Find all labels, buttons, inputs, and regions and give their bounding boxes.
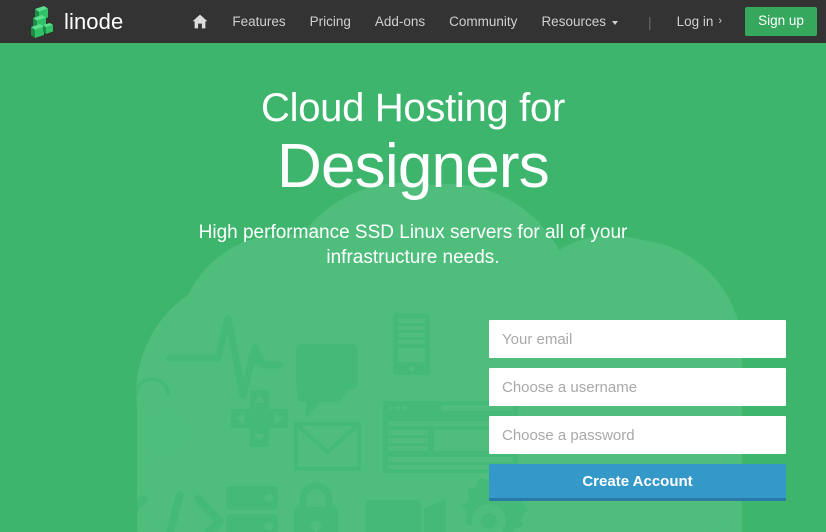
nav-divider: | — [647, 13, 652, 30]
nav-link-add-ons[interactable]: Add-ons — [363, 0, 437, 43]
hero-subheadline: High performance SSD Linux servers for a… — [198, 221, 628, 268]
nav-link-label: Resources — [541, 14, 606, 29]
nav-link-community[interactable]: Community — [437, 0, 529, 43]
username-field[interactable] — [489, 368, 786, 406]
nav-link-label: Features — [232, 14, 286, 29]
headline-line-2: Designers — [277, 132, 550, 202]
chevron-right-icon: › — [718, 15, 723, 27]
hero-content: Cloud Hosting for Designers High perform… — [0, 43, 826, 532]
chevron-down-icon — [611, 20, 618, 25]
signup-button[interactable]: Sign up — [745, 7, 817, 36]
nav-link-label: Add-ons — [374, 14, 426, 29]
page-title: Cloud Hosting for Designers — [0, 43, 826, 202]
nav-link-label: Community — [449, 14, 518, 29]
nav-home-link[interactable] — [180, 14, 220, 29]
home-icon — [192, 14, 208, 29]
login-link[interactable]: Log in › — [665, 0, 734, 43]
main-nav-links: Features Pricing Add-ons Community Resou… — [180, 0, 817, 43]
hero-section: Cloud Hosting for Designers High perform… — [0, 43, 826, 532]
nav-link-resources[interactable]: Resources — [529, 0, 630, 43]
password-field[interactable] — [489, 416, 786, 454]
login-label: Log in — [676, 14, 714, 29]
create-account-button[interactable]: Create Account — [489, 464, 786, 501]
nav-link-label: Pricing — [309, 14, 351, 29]
signup-form: Create Account — [489, 320, 786, 501]
top-navigation-bar: linode Features Pricing Add-ons Communit… — [0, 0, 826, 43]
stacked-cubes-icon — [27, 5, 57, 39]
brand-name: linode — [64, 8, 124, 34]
nav-link-features[interactable]: Features — [220, 0, 297, 43]
headline-line-1: Cloud Hosting for — [261, 86, 565, 130]
brand-logo-link[interactable]: linode — [27, 5, 123, 39]
nav-link-pricing[interactable]: Pricing — [298, 0, 363, 43]
email-field[interactable] — [489, 320, 786, 358]
